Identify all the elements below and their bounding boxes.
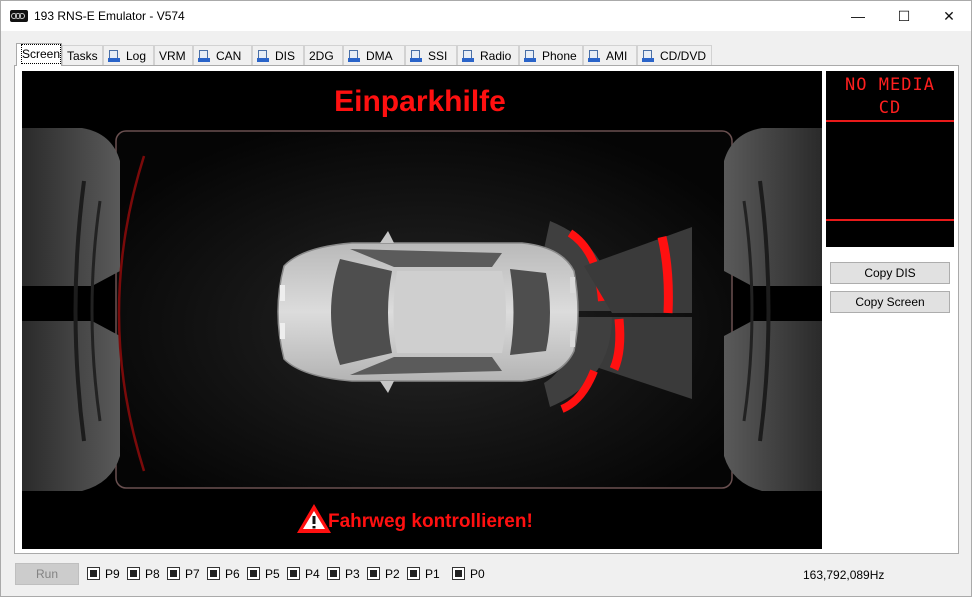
indicator-box [287, 567, 300, 580]
minimize-button[interactable]: — [835, 1, 881, 31]
close-button[interactable]: ✕ [926, 1, 972, 31]
dis-line-2: CD [878, 98, 902, 118]
indicator-box [367, 567, 380, 580]
parking-aid-display: Einparkhilfe Fahrweg kontrollieren! [22, 85, 822, 533]
tab-vrm[interactable]: VRM [154, 45, 193, 66]
indicator-label: P1 [425, 567, 440, 581]
tab-ssi[interactable]: SSI [405, 45, 457, 66]
car-top-view [277, 231, 579, 393]
indicator-box [167, 567, 180, 580]
screen-tab-panel: Einparkhilfe Fahrweg kontrollieren! NO M… [14, 65, 959, 554]
screen-title: Einparkhilfe [334, 85, 506, 118]
copy-dis-button[interactable]: Copy DIS [830, 262, 950, 284]
indicator-label: P0 [470, 567, 485, 581]
tab-label: DMA [366, 49, 393, 63]
tab-label: SSI [428, 49, 448, 63]
emulator-window: 193 RNS-E Emulator - V574 — ☐ ✕ Screen T… [0, 0, 972, 597]
tab-radio[interactable]: Radio [457, 45, 519, 66]
tab-ami[interactable]: AMI [583, 45, 637, 66]
dis-separator-top [826, 120, 954, 122]
clock-frequency: 163,792,089Hz [803, 568, 885, 582]
warning-row: Fahrweg kontrollieren! [297, 504, 533, 533]
status-bar: Run P9 P8 P7 P6 P5 P4 P3 P2 P1 P0 163,79… [1, 561, 971, 587]
document-icon [410, 50, 422, 62]
indicator-label: P3 [345, 567, 360, 581]
tab-can[interactable]: CAN [193, 45, 252, 66]
indicator-box [327, 567, 340, 580]
indicator-label: P4 [305, 567, 320, 581]
tab-label: Tasks [67, 49, 98, 63]
run-button[interactable]: Run [15, 563, 79, 585]
indicator-box [407, 567, 420, 580]
document-icon [588, 50, 600, 62]
tab-label: CD/DVD [660, 49, 707, 63]
window-title: 193 RNS-E Emulator - V574 [34, 9, 185, 23]
copy-screen-button[interactable]: Copy Screen [830, 291, 950, 313]
app-logo-icon [10, 10, 28, 22]
indicator-label: P6 [225, 567, 240, 581]
tab-label: Phone [542, 49, 577, 63]
right-upper-pad [724, 128, 822, 286]
indicator-box [452, 567, 465, 580]
indicator-box [87, 567, 100, 580]
document-icon [524, 50, 536, 62]
document-icon [257, 50, 269, 62]
tab-label: VRM [159, 49, 186, 63]
tab-label: Screen [21, 44, 62, 64]
document-icon [642, 50, 654, 62]
tab-label: CAN [216, 49, 242, 63]
tab-dis[interactable]: DIS [252, 45, 304, 66]
dis-separator-bottom [826, 219, 954, 221]
indicator-label: P7 [185, 567, 200, 581]
left-lower-pad [22, 321, 120, 491]
indicator-box [207, 567, 220, 580]
indicator-label: P5 [265, 567, 280, 581]
tab-tasks[interactable]: Tasks [62, 45, 103, 66]
document-icon [348, 50, 360, 62]
left-upper-pad [22, 128, 120, 286]
dis-display: NO MEDIA CD [826, 71, 954, 247]
indicator-label: P2 [385, 567, 400, 581]
rns-screen[interactable]: Einparkhilfe Fahrweg kontrollieren! [22, 71, 822, 549]
indicator-label: P8 [145, 567, 160, 581]
document-icon [198, 50, 210, 62]
tab-label: AMI [606, 49, 628, 63]
indicator-box [247, 567, 260, 580]
indicator-box [127, 567, 140, 580]
document-icon [108, 50, 120, 62]
dis-line-1: NO MEDIA [845, 75, 935, 95]
tab-log[interactable]: Log [103, 45, 154, 66]
tab-label: 2DG [309, 49, 334, 63]
document-icon [462, 50, 474, 62]
tab-cd-dvd[interactable]: CD/DVD [637, 45, 712, 66]
tab-label: Log [126, 49, 147, 63]
tab-label: DIS [275, 49, 296, 63]
maximize-button[interactable]: ☐ [881, 1, 927, 31]
warning-text: Fahrweg kontrollieren! [328, 511, 533, 532]
indicator-label: P9 [105, 567, 120, 581]
tab-2dg[interactable]: 2DG [304, 45, 343, 66]
right-lower-pad [724, 321, 822, 491]
tab-screen[interactable]: Screen [16, 43, 62, 66]
tab-label: Radio [480, 49, 512, 63]
title-bar[interactable]: 193 RNS-E Emulator - V574 — ☐ ✕ [1, 1, 971, 31]
tab-phone[interactable]: Phone [519, 45, 583, 66]
tab-dma[interactable]: DMA [343, 45, 405, 66]
